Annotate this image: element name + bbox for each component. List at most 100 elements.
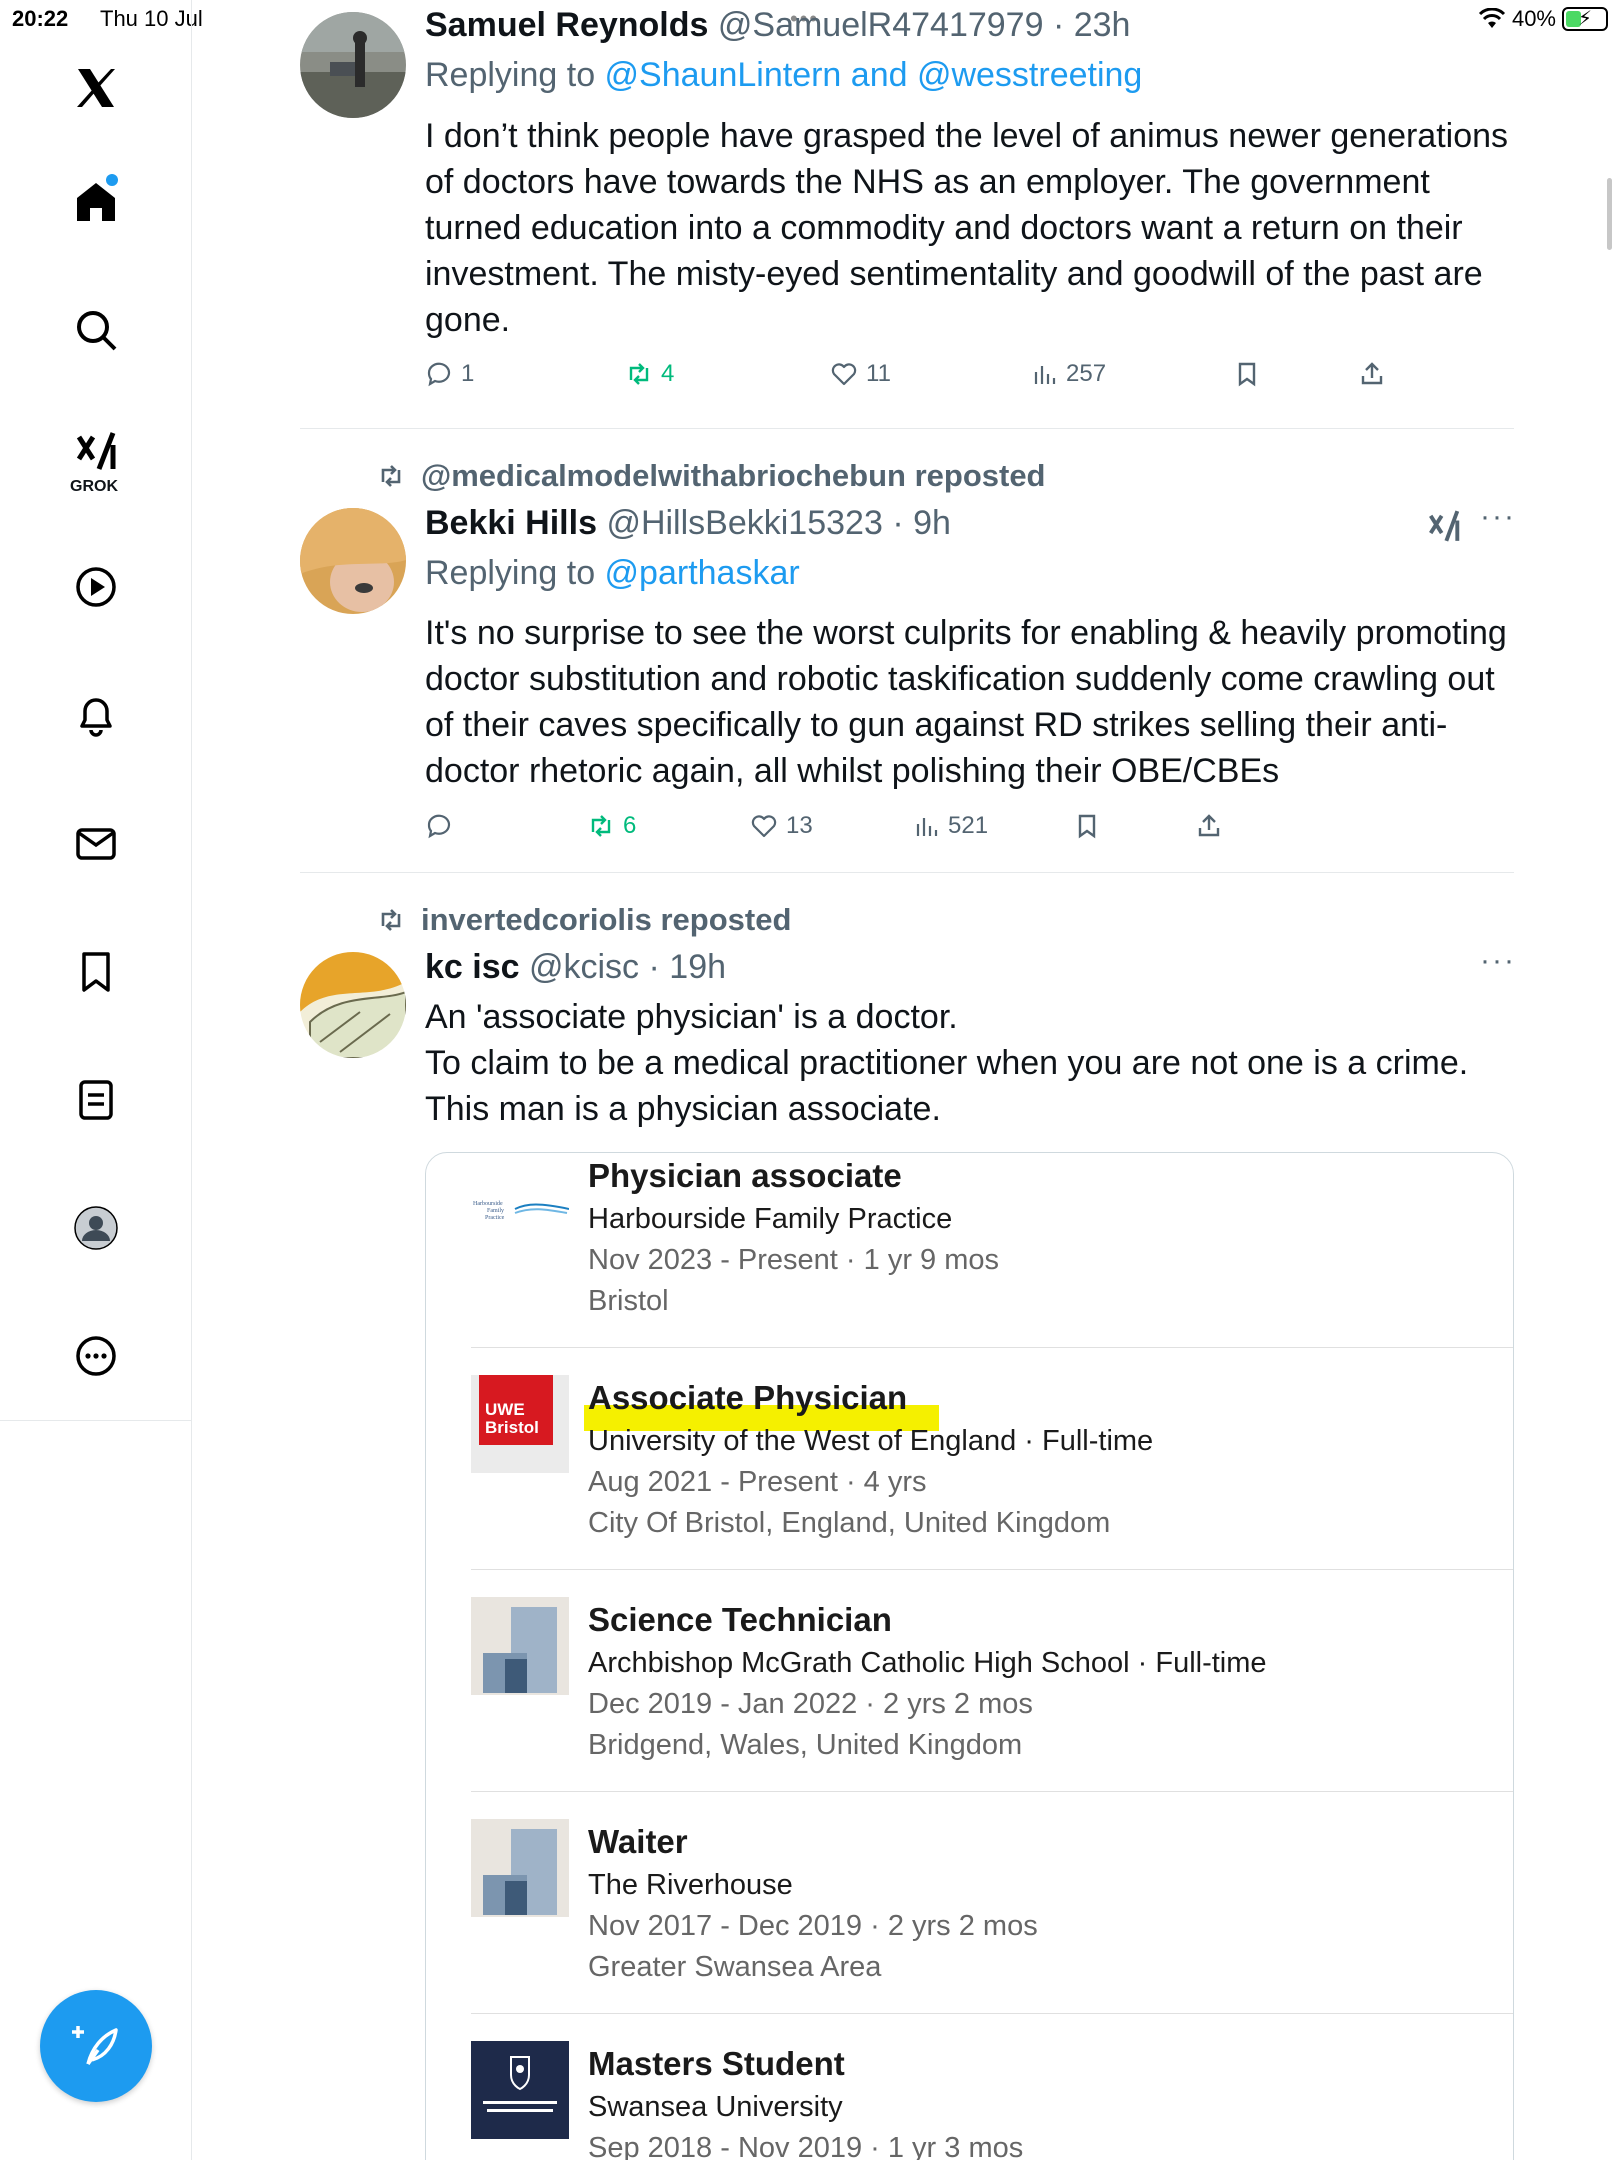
job-dates: Sep 2018 - Nov 2019 · 1 yr 3 mos: [588, 2132, 1024, 2160]
like-button[interactable]: 11: [830, 360, 891, 388]
repost-count: 6: [623, 812, 637, 839]
repost-count: 4: [661, 360, 675, 387]
post-time[interactable]: · 19h: [649, 948, 727, 986]
author-name[interactable]: Bekki Hills: [425, 504, 597, 542]
job-org: Harbourside Family Practice: [588, 1203, 953, 1235]
author-name[interactable]: Samuel Reynolds: [425, 6, 708, 44]
views-button[interactable]: 257: [1030, 360, 1106, 388]
tweet-text-line: This man is a physician associate.: [425, 1090, 941, 1128]
more-options-icon[interactable]: ···: [1480, 500, 1516, 534]
reply-button[interactable]: 1: [425, 360, 474, 388]
job-title: Science Technician: [588, 1601, 892, 1638]
repost-indicator: invertedcoriolis reposted: [375, 902, 791, 938]
tweet-author-line: Samuel Reynolds @SamuelR47417979 · 23h: [425, 6, 1130, 45]
more-options-icon[interactable]: [66, 1326, 126, 1386]
repost-icon: [629, 363, 649, 385]
author-handle[interactable]: @HillsBekki15323: [606, 504, 882, 542]
bookmark-icon[interactable]: [66, 942, 126, 1002]
generic-company-logo: [471, 1819, 569, 1917]
post-time[interactable]: · 9h: [892, 504, 951, 542]
share-icon: [1198, 814, 1220, 837]
reposted-by[interactable]: @medicalmodelwithabriochebun reposted: [421, 458, 1046, 494]
author-handle[interactable]: @kcisc: [529, 948, 639, 986]
author-handle[interactable]: @SamuelR47417979: [718, 6, 1044, 44]
x-logo-icon[interactable]: [66, 58, 126, 118]
repost-icon: [381, 909, 401, 931]
video-play-icon[interactable]: [66, 557, 126, 617]
bell-icon[interactable]: [66, 685, 126, 745]
job-location: Greater Swansea Area: [588, 1951, 882, 1983]
repost-indicator: @medicalmodelwithabriochebun reposted: [375, 458, 1046, 494]
repost-icon: [381, 465, 401, 487]
avatar[interactable]: [300, 952, 406, 1058]
wifi-icon: [1478, 8, 1506, 28]
author-name[interactable]: kc isc: [425, 948, 520, 986]
uwe-logo: UWEBristol: [471, 1375, 569, 1473]
battery-icon: ⚡: [1562, 7, 1608, 31]
battery-percent: 40%: [1511, 6, 1556, 31]
reposted-by[interactable]: invertedcoriolis reposted: [421, 902, 791, 938]
tweet-text-line: An 'associate physician' is a doctor.: [425, 998, 958, 1036]
sidebar-divider: [0, 1420, 192, 1421]
search-icon[interactable]: [66, 300, 126, 360]
lists-icon[interactable]: [66, 1070, 126, 1130]
job-title: Associate Physician: [588, 1379, 908, 1416]
compose-post-button[interactable]: [40, 1990, 152, 2102]
repost-button[interactable]: 4: [625, 360, 674, 388]
job-divider: [471, 1569, 1513, 1570]
views-icon: [916, 818, 938, 836]
bookmark-button[interactable]: [1233, 360, 1261, 388]
like-count: 13: [786, 812, 813, 839]
replying-to-link[interactable]: @parthaskar: [605, 554, 800, 592]
bookmark-icon: [1238, 362, 1256, 387]
job-divider: [471, 2013, 1513, 2014]
share-icon: [1361, 362, 1383, 385]
tweet-author-line: Bekki Hills @HillsBekki15323 · 9h: [425, 504, 951, 543]
reply-icon: [427, 362, 451, 387]
profile-avatar-icon[interactable]: [66, 1198, 126, 1258]
job-org: Swansea University: [588, 2091, 843, 2123]
job-dates: Aug 2021 - Present · 4 yrs: [588, 1466, 927, 1498]
share-button[interactable]: [1358, 360, 1386, 388]
tweet-text: An 'associate physician' is a doctor. To…: [425, 994, 1525, 1132]
tweet-text-line: To claim to be a medical practitioner wh…: [425, 1044, 1469, 1082]
job-dates: Nov 2023 - Present · 1 yr 9 mos: [588, 1244, 999, 1276]
heart-icon: [831, 363, 857, 386]
post-time[interactable]: · 23h: [1053, 6, 1131, 44]
reply-button[interactable]: [425, 812, 461, 840]
avatar[interactable]: [300, 508, 406, 614]
compose-feather-icon: [72, 2026, 118, 2066]
tweet-divider: [300, 872, 1514, 873]
bookmark-icon: [1078, 814, 1096, 839]
embedded-image-card[interactable]: Harbourside Family Practice Physician asso…: [425, 1152, 1514, 2160]
replying-to: Replying to @parthaskar: [425, 554, 800, 592]
harbourside-logo: HarboursideFamilyPractice: [473, 1201, 569, 1221]
mail-icon[interactable]: [66, 814, 126, 874]
views-button[interactable]: 521: [912, 812, 988, 840]
job-dates: Nov 2017 - Dec 2019 · 2 yrs 2 mos: [588, 1910, 1038, 1942]
share-button[interactable]: [1195, 812, 1223, 840]
svg-text:Practice: Practice: [485, 1215, 505, 1221]
like-button[interactable]: 13: [750, 812, 813, 840]
grok-label: GROK: [70, 478, 118, 495]
tweet-text: I don’t think people have grasped the le…: [425, 117, 1509, 339]
scrollbar[interactable]: [1607, 178, 1612, 250]
job-location: Bristol: [588, 1285, 669, 1317]
job-org: Archbishop McGrath Catholic High School …: [588, 1647, 1267, 1679]
svg-text:Harbourside: Harbourside: [473, 1201, 503, 1207]
heart-icon: [751, 815, 777, 838]
status-right: 40% ⚡: [1478, 6, 1608, 32]
uwe-logo-text: UWE: [485, 1400, 525, 1419]
more-options-icon[interactable]: ···: [1480, 944, 1516, 978]
grok-icon[interactable]: [66, 422, 126, 482]
view-count: 257: [1066, 360, 1107, 387]
grok-icon[interactable]: [1426, 508, 1462, 544]
view-count: 521: [948, 812, 989, 839]
bookmark-button[interactable]: [1073, 812, 1101, 840]
replying-to-link[interactable]: @ShaunLintern and @wesstreeting: [605, 56, 1143, 94]
job-location: Bridgend, Wales, United Kingdom: [588, 1729, 1023, 1761]
tweet-divider: [300, 428, 1514, 429]
views-icon: [1034, 366, 1056, 384]
repost-button[interactable]: 6: [587, 812, 636, 840]
avatar[interactable]: [300, 12, 406, 118]
